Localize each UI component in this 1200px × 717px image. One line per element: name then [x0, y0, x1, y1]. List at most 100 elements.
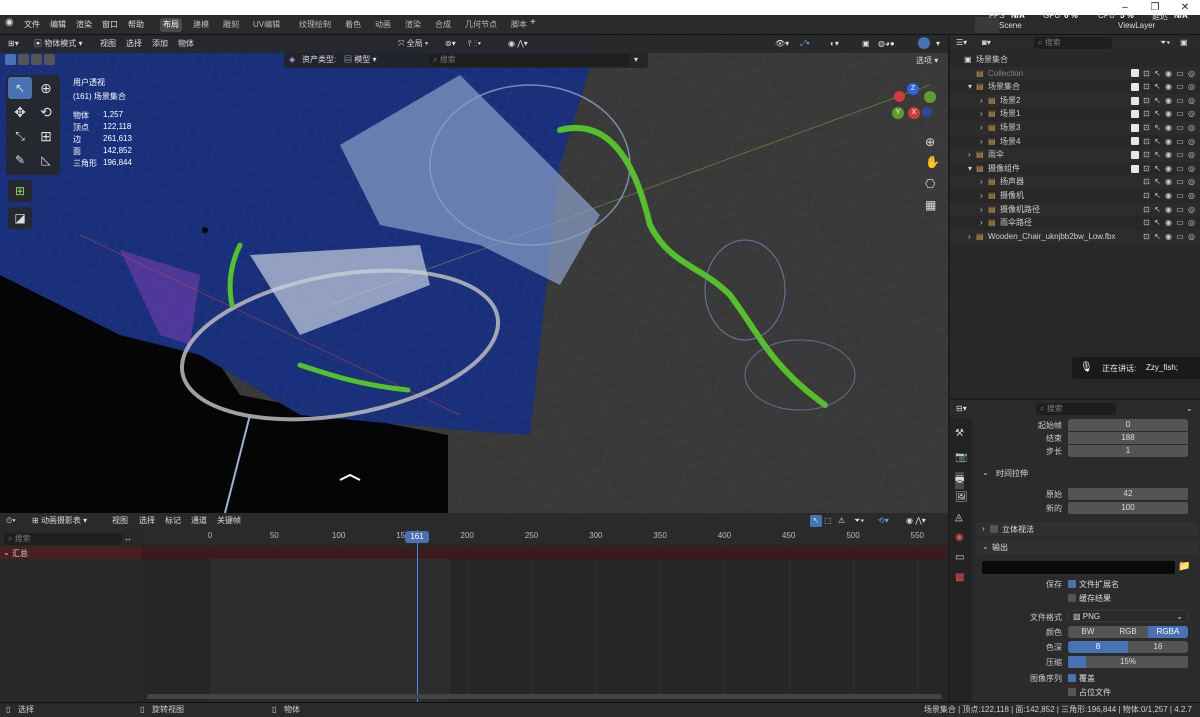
placeholder-checkbox[interactable] — [1068, 688, 1076, 696]
workspace-tab-2[interactable]: 雕刻 — [220, 18, 242, 32]
swap-icon[interactable]: ↔ — [124, 533, 132, 545]
restrict-icons[interactable]: ⊡ ↖ ◉ ▭ ◎ — [1143, 150, 1196, 159]
visibility-toggles[interactable]: ⊡ ↖ ◉ ▭ ◎ — [1131, 148, 1196, 162]
restrict-icons[interactable]: ⊡ ↖ ◉ ▭ ◎ — [1143, 69, 1196, 78]
gizmo-x-neg[interactable] — [894, 91, 905, 102]
image-reference-icon[interactable]: ◪ — [8, 207, 32, 229]
expand-arrow-icon[interactable]: › — [980, 189, 983, 203]
zoom-icon[interactable]: ⊕ — [925, 135, 935, 149]
select-extend-icon[interactable] — [18, 54, 29, 65]
dope-marker-menu[interactable]: 标记 — [165, 515, 181, 527]
gizmo-x-axis[interactable]: X — [908, 107, 920, 119]
view-layer-name[interactable]: ViewLayer — [1118, 21, 1155, 30]
visibility-toggles[interactable]: ⊡ ↖ ◉ ▭ ◎ — [1131, 135, 1196, 149]
visibility-toggles[interactable]: ⊡ ↖ ◉ ▭ ◎ — [1131, 121, 1196, 135]
outliner-row[interactable]: ▾ ▤ 场景集合 ⊡ ↖ ◉ ▭ ◎ — [950, 80, 1200, 94]
shading-rendered-icon[interactable] — [918, 37, 930, 49]
outliner-row[interactable]: ▣ 场景集合 — [950, 53, 1200, 67]
restrict-icons[interactable]: ⊡ ↖ ◉ ▭ ◎ — [1143, 82, 1196, 91]
3d-viewport[interactable]: ⊞▾ ▣ 物体模式 ▾ 视图 选择 添加 物体 ⤧ 全局 ▾ ⊚▾ ⫯ ⋮⋮▾ … — [0, 35, 948, 513]
frame-start-field[interactable]: 0 — [1068, 419, 1188, 431]
stereo-section[interactable]: › 立体视法 — [976, 522, 1198, 536]
texture-tab-icon[interactable]: ▩ — [955, 572, 964, 583]
outliner-row[interactable]: › ▤ 雨伞 ⊡ ↖ ◉ ▭ ◎ — [950, 148, 1200, 162]
visibility-toggles[interactable]: ⊡ ↖ ◉ ▭ ◎ — [1143, 203, 1196, 217]
select-box-icon[interactable]: ↖ — [8, 77, 32, 99]
menu-help[interactable]: 帮助 — [128, 19, 144, 30]
xray-icon[interactable]: ▣ — [862, 38, 870, 50]
transform-icon[interactable]: ⊞ — [34, 125, 58, 147]
time-stretch-section[interactable]: ⌄ 时间拉伸 — [976, 466, 1196, 480]
annotate-icon[interactable]: ✎ — [8, 149, 32, 171]
blender-logo-icon[interactable]: ◉ — [5, 17, 14, 28]
select-invert-icon[interactable] — [44, 54, 55, 65]
expand-arrow-icon[interactable]: ▾ — [968, 80, 972, 94]
color-bw-button[interactable]: BW — [1068, 626, 1108, 638]
output-path-input[interactable] — [982, 561, 1175, 574]
output-tab-icon[interactable]: 🖶 — [955, 472, 965, 489]
select-menu[interactable]: 选择 — [126, 38, 142, 50]
gizmo-z-neg[interactable] — [922, 107, 932, 117]
asset-search-input[interactable]: ⌕ 搜索 — [429, 54, 629, 66]
navigation-gizmo[interactable]: Z Y X — [888, 83, 938, 133]
color-rgba-button[interactable]: RGBA — [1148, 626, 1188, 638]
proportional-dope-icon[interactable]: ◉ ⋀▾ — [906, 515, 926, 527]
filter-dope-icon[interactable]: ⏷▾ — [854, 515, 864, 527]
select-mode-group[interactable] — [5, 54, 63, 66]
restrict-icons[interactable]: ⊡ ↖ ◉ ▭ ◎ — [1143, 232, 1196, 241]
dope-view-menu[interactable]: 视图 — [112, 515, 128, 527]
summary-channel[interactable]: ⌄ 汇总 — [0, 547, 142, 559]
cursor-icon[interactable]: ⊕ — [34, 77, 58, 99]
shading-options-icon[interactable]: ▾ — [936, 38, 940, 50]
expand-arrow-icon[interactable]: › — [980, 216, 983, 230]
scene-name[interactable]: Scene — [999, 21, 1022, 30]
exclude-checkbox[interactable] — [1131, 69, 1140, 78]
outliner-row[interactable]: ▾ ▤ 摄像组件 ⊡ ↖ ◉ ▭ ◎ — [950, 162, 1200, 176]
add-workspace-icon[interactable]: + — [530, 17, 536, 28]
folder-icon[interactable]: 📁 — [1178, 561, 1190, 572]
shading-solid-icon[interactable]: ◍◕● — [878, 38, 895, 50]
restrict-icons[interactable]: ⊡ ↖ ◉ ▭ ◎ — [1143, 109, 1196, 118]
workspace-tab-6[interactable]: 动画 — [372, 18, 394, 32]
dopesheet-mode-dropdown[interactable]: ⊞ 动画摄影表 ▾ — [32, 515, 87, 527]
asset-dropdown-icon[interactable]: ▾ — [634, 54, 638, 66]
stereo-checkbox[interactable] — [990, 525, 998, 533]
filter-icon[interactable]: ⏷▾ — [1160, 37, 1170, 49]
workspace-tab-3[interactable]: UV编辑 — [250, 18, 283, 32]
outliner-row[interactable]: ▤ Collection ⊡ ↖ ◉ ▭ ◎ — [950, 66, 1200, 81]
outliner-search-input[interactable]: ⌕ 搜索 — [1034, 37, 1112, 49]
visibility-toggles[interactable]: ⊡ ↖ ◉ ▭ ◎ — [1143, 175, 1196, 189]
scale-icon[interactable]: ⤡ — [8, 125, 32, 147]
outliner-editor-icon[interactable]: ☰▾ — [956, 37, 967, 49]
frame-end-field[interactable]: 188 — [1068, 432, 1188, 444]
move-icon[interactable]: ✥ — [8, 101, 32, 123]
restrict-icons[interactable]: ⊡ ↖ ◉ ▭ ◎ — [1143, 164, 1196, 173]
editor-type-icon[interactable]: ⊞▾ — [8, 38, 19, 50]
workspace-tab-5[interactable]: 着色 — [342, 18, 364, 32]
pan-hand-icon[interactable]: ✋ — [925, 155, 940, 169]
outliner-row[interactable]: › ▤ 场景2 ⊡ ↖ ◉ ▭ ◎ — [950, 93, 1200, 108]
snap-icon[interactable]: ⫯ ⋮⋮▾ — [468, 38, 481, 50]
menu-render[interactable]: 渲染 — [76, 19, 92, 30]
dope-select-menu[interactable]: 选择 — [139, 515, 155, 527]
visibility-icon[interactable]: 👁▾ — [775, 38, 789, 50]
pivot-icon[interactable]: ⊚▾ — [445, 38, 456, 50]
collection-tab-icon[interactable]: ▭ — [955, 552, 964, 563]
restrict-icons[interactable]: ⊡ ↖ ◉ ▭ ◎ — [1143, 177, 1196, 186]
camera-view-icon[interactable]: ⎔ — [925, 177, 935, 191]
restrict-icons[interactable]: ⊡ ↖ ◉ ▭ ◎ — [1143, 218, 1196, 227]
view-layer-tab-icon[interactable]: 🖼 — [955, 492, 968, 503]
overwrite-checkbox[interactable] — [1068, 674, 1076, 682]
restrict-icons[interactable]: ⊡ ↖ ◉ ▭ ◎ — [1143, 205, 1196, 214]
expand-arrow-icon[interactable]: › — [980, 94, 983, 108]
gizmo-y-axis[interactable] — [924, 91, 936, 103]
outliner-row[interactable]: › ▤ 摄像机 ⊡ ↖ ◉ ▭ ◎ — [950, 189, 1200, 203]
exclude-checkbox[interactable] — [1131, 96, 1140, 105]
show-hidden-icon[interactable]: ⬚ — [824, 515, 832, 527]
exclude-checkbox[interactable] — [1131, 110, 1140, 119]
depth-16-button[interactable]: 16 — [1128, 641, 1188, 653]
world-tab-icon[interactable]: ◉ — [955, 532, 964, 543]
restrict-icons[interactable]: ⊡ ↖ ◉ ▭ ◎ — [1143, 191, 1196, 200]
file-extension-checkbox[interactable] — [1068, 580, 1076, 588]
workspace-tab-7[interactable]: 渲染 — [402, 18, 424, 32]
